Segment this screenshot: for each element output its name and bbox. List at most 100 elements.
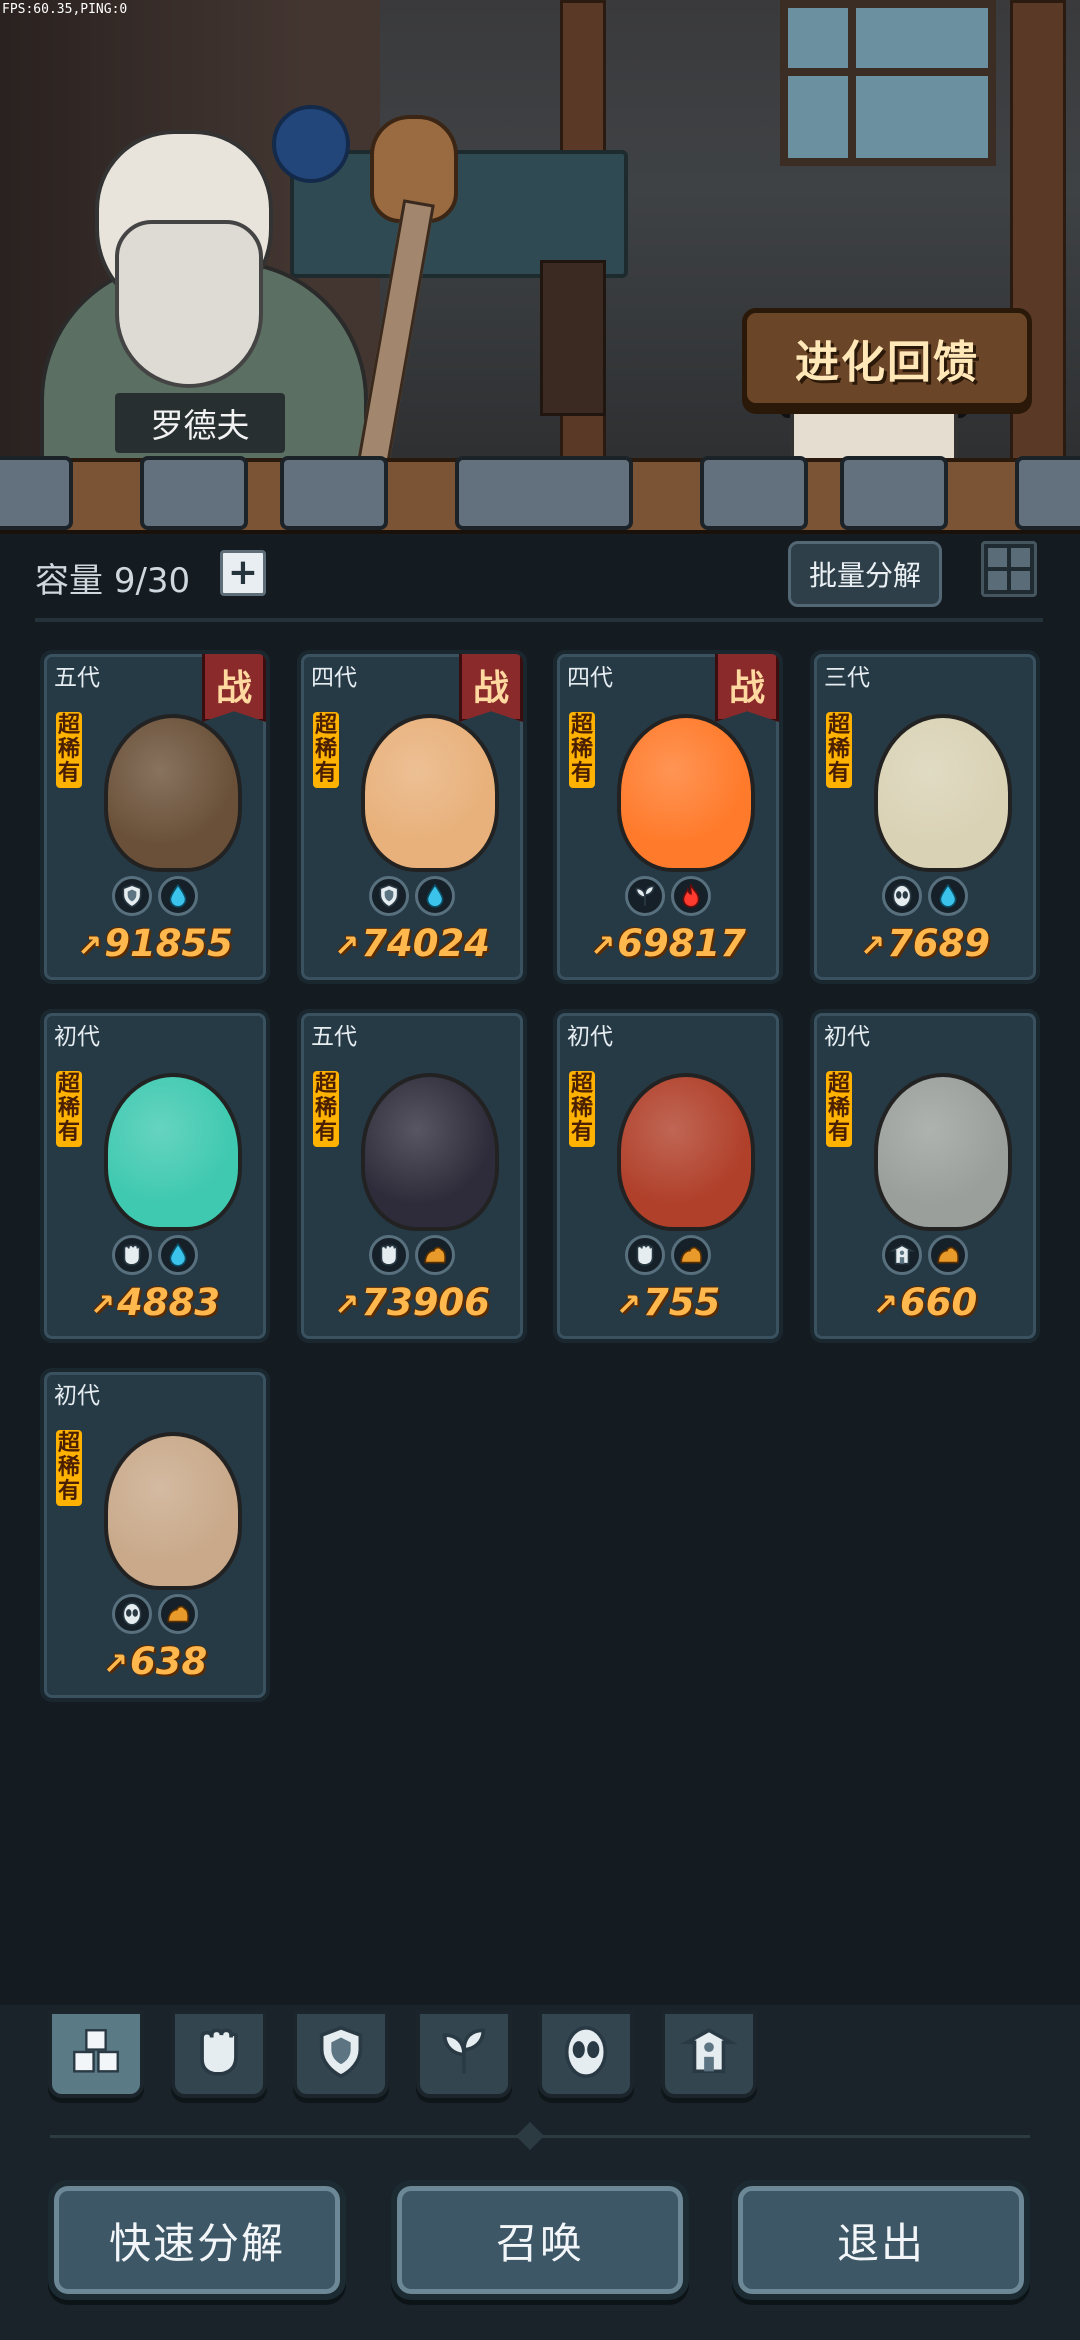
add-capacity-button[interactable]: + — [220, 550, 266, 596]
power-value: ↗660 — [814, 1281, 1036, 1324]
creature-portrait — [874, 714, 1012, 872]
ledge-stone — [280, 456, 388, 530]
pet-card[interactable]: 初代超稀有 ↗4883 — [40, 1009, 270, 1343]
filter-tab-shield[interactable] — [293, 2010, 389, 2098]
filter-tab-fist[interactable] — [171, 2010, 267, 2098]
fps-overlay: FPS:60.35,PING:0 — [2, 2, 128, 17]
power-number: 73906 — [361, 1281, 490, 1324]
power-number: 755 — [642, 1281, 721, 1324]
power-arrow-icon: ↗ — [872, 1288, 898, 1323]
power-value: ↗638 — [44, 1640, 266, 1683]
pet-card[interactable]: 初代 超稀有 ↗660 — [810, 1009, 1040, 1343]
element-icons — [557, 876, 779, 916]
rarity-badge: 超稀有 — [56, 712, 82, 788]
globe-prop — [272, 105, 350, 183]
battle-badge: 战 — [459, 654, 523, 722]
grid-view-toggle-icon[interactable] — [981, 541, 1037, 597]
pet-card[interactable]: 四代 战超稀有 ↗74024 — [297, 650, 527, 984]
power-value: ↗7689 — [814, 922, 1036, 965]
power-number: 74024 — [361, 922, 490, 965]
generation-label: 初代 — [567, 1024, 613, 1050]
exit-button[interactable]: 退出 — [732, 2180, 1030, 2300]
fist-icon — [190, 2023, 248, 2085]
generation-label: 初代 — [54, 1024, 100, 1050]
alien-icon — [557, 2023, 615, 2085]
ledge-stone — [700, 456, 808, 530]
water-drop-icon — [928, 876, 968, 916]
power-arrow-icon: ↗ — [859, 929, 886, 964]
power-arrow-icon: ↗ — [334, 929, 360, 964]
pet-card[interactable]: 五代 超稀有 ↗73906 — [297, 1009, 527, 1343]
power-arrow-icon: ↗ — [89, 1288, 116, 1323]
creature-portrait — [617, 1073, 755, 1231]
fire-icon — [671, 876, 711, 916]
power-number: 4883 — [117, 1281, 221, 1324]
shield-icon — [312, 2023, 370, 2085]
evolution-reward-label: 进化回馈 — [795, 337, 979, 388]
pet-card[interactable]: 五代 战超稀有 ↗91855 — [40, 650, 270, 984]
summon-button[interactable]: 召唤 — [391, 2180, 689, 2300]
generation-label: 五代 — [311, 1024, 357, 1050]
power-arrow-icon: ↗ — [590, 929, 616, 964]
battle-badge: 战 — [202, 654, 266, 722]
fist-icon — [112, 1235, 152, 1275]
power-value: ↗4883 — [44, 1281, 266, 1324]
element-icons — [44, 1235, 266, 1275]
alien-icon — [882, 876, 922, 916]
element-icons — [557, 1235, 779, 1275]
npc-name-label: 罗德夫 — [115, 393, 285, 453]
pet-card[interactable]: 初代超稀有 ↗638 — [40, 1368, 270, 1702]
generation-label: 初代 — [824, 1024, 870, 1050]
divider — [35, 618, 1043, 622]
power-value: ↗73906 — [301, 1281, 523, 1324]
batch-decompose-button[interactable]: 批量分解 — [788, 541, 942, 607]
earth-icon — [158, 1594, 198, 1634]
rarity-badge: 超稀有 — [569, 712, 595, 788]
creature-portrait — [617, 714, 755, 872]
pet-card[interactable]: 三代 超稀有 ↗7689 — [810, 650, 1040, 984]
wizard-beard — [115, 220, 263, 388]
rarity-badge: 超稀有 — [56, 1430, 82, 1506]
shield-icon — [369, 876, 409, 916]
shield-icon — [112, 876, 152, 916]
power-value: ↗69817 — [557, 922, 779, 965]
filter-tab-alien[interactable] — [538, 2010, 634, 2098]
pet-card[interactable]: 四代 战超稀有 ↗69817 — [553, 650, 783, 984]
window — [780, 0, 996, 166]
power-arrow-icon: ↗ — [102, 1647, 128, 1682]
leaf-icon — [625, 876, 665, 916]
header-scene: 罗德夫 进化回馈 — [0, 0, 1080, 470]
generation-label: 初代 — [54, 1383, 100, 1409]
shrine-icon — [882, 1235, 922, 1275]
filter-tab-shrine[interactable] — [661, 2010, 757, 2098]
power-number: 660 — [899, 1281, 978, 1324]
pet-card[interactable]: 初代 超稀有 ↗755 — [553, 1009, 783, 1343]
element-icons — [44, 1594, 266, 1634]
rarity-badge: 超稀有 — [56, 1071, 82, 1147]
water-drop-icon — [158, 1235, 198, 1275]
evolution-reward-button[interactable]: 进化回馈 — [742, 308, 1032, 408]
power-number: 7689 — [887, 922, 991, 965]
creature-portrait — [104, 1073, 242, 1231]
creature-portrait — [361, 714, 499, 872]
creature-portrait — [104, 1432, 242, 1590]
ledge-stone — [840, 456, 948, 530]
filter-tab-all-blocks[interactable] — [48, 2010, 144, 2098]
creature-portrait — [874, 1073, 1012, 1231]
shrine-icon — [680, 2023, 738, 2085]
ledge-stone — [0, 456, 73, 530]
rarity-badge: 超稀有 — [313, 712, 339, 788]
earth-icon — [671, 1235, 711, 1275]
ledge-stone — [140, 456, 248, 530]
earth-icon — [415, 1235, 455, 1275]
power-arrow-icon: ↗ — [77, 929, 103, 964]
creature-portrait — [104, 714, 242, 872]
battle-badge-label: 战 — [728, 668, 765, 709]
quick-decompose-button[interactable]: 快速分解 — [48, 2180, 346, 2300]
power-arrow-icon: ↗ — [334, 1288, 360, 1323]
power-number: 69817 — [617, 922, 746, 965]
fist-icon — [369, 1235, 409, 1275]
filter-tab-leaf[interactable] — [416, 2010, 512, 2098]
generation-label: 四代 — [567, 665, 613, 691]
power-arrow-icon: ↗ — [615, 1288, 641, 1323]
